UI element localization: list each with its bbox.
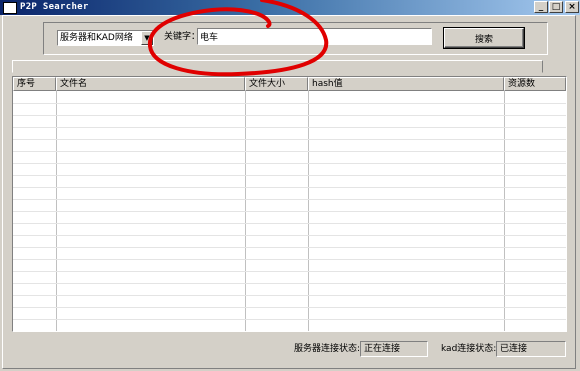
row-divider	[13, 127, 566, 128]
table-header: 序号 文件名 文件大小 hash值 资源数	[13, 77, 566, 91]
column-header-hash[interactable]: hash值	[308, 77, 504, 91]
row-divider	[13, 223, 566, 224]
row-divider	[13, 211, 566, 212]
keyword-input[interactable]	[197, 28, 432, 45]
row-divider	[13, 139, 566, 140]
kad-status-label: kad连接状态:	[441, 344, 497, 354]
keyword-label: 关键字：	[164, 32, 201, 42]
row-divider	[13, 295, 566, 296]
column-header-sources[interactable]: 资源数	[504, 77, 566, 91]
window-icon	[3, 2, 17, 14]
row-divider	[13, 307, 566, 308]
column-header-filename[interactable]: 文件名	[56, 77, 245, 91]
window-title: P2P Searcher	[20, 2, 89, 12]
row-divider	[13, 103, 566, 104]
row-divider	[13, 283, 566, 284]
kad-status-value: 已连接	[496, 341, 566, 357]
row-divider	[13, 163, 566, 164]
column-header-index[interactable]: 序号	[13, 77, 56, 91]
row-divider	[13, 331, 566, 332]
dropdown-arrow-icon[interactable]: ▼	[141, 31, 153, 45]
server-status-value: 正在连接	[360, 341, 428, 357]
row-divider	[13, 175, 566, 176]
row-divider	[13, 247, 566, 248]
minimize-button[interactable]: _	[534, 1, 548, 13]
row-divider	[13, 319, 566, 320]
search-button[interactable]: 搜索	[444, 28, 524, 48]
results-table[interactable]: 序号 文件名 文件大小 hash值 资源数	[12, 76, 567, 332]
row-divider	[13, 271, 566, 272]
row-divider	[13, 259, 566, 260]
tab-strip	[12, 60, 543, 73]
title-bar: P2P Searcher _ □ ×	[0, 0, 580, 15]
search-scope-select[interactable]: 服务器和KAD网络 ▼	[57, 30, 154, 46]
server-status-label: 服务器连接状态:	[294, 344, 361, 354]
close-button[interactable]: ×	[565, 1, 579, 13]
maximize-button[interactable]: □	[549, 1, 563, 13]
row-divider	[13, 115, 566, 116]
row-divider	[13, 187, 566, 188]
row-divider	[13, 199, 566, 200]
search-scope-value: 服务器和KAD网络	[60, 33, 133, 43]
row-divider	[13, 235, 566, 236]
column-header-filesize[interactable]: 文件大小	[245, 77, 308, 91]
row-divider	[13, 151, 566, 152]
